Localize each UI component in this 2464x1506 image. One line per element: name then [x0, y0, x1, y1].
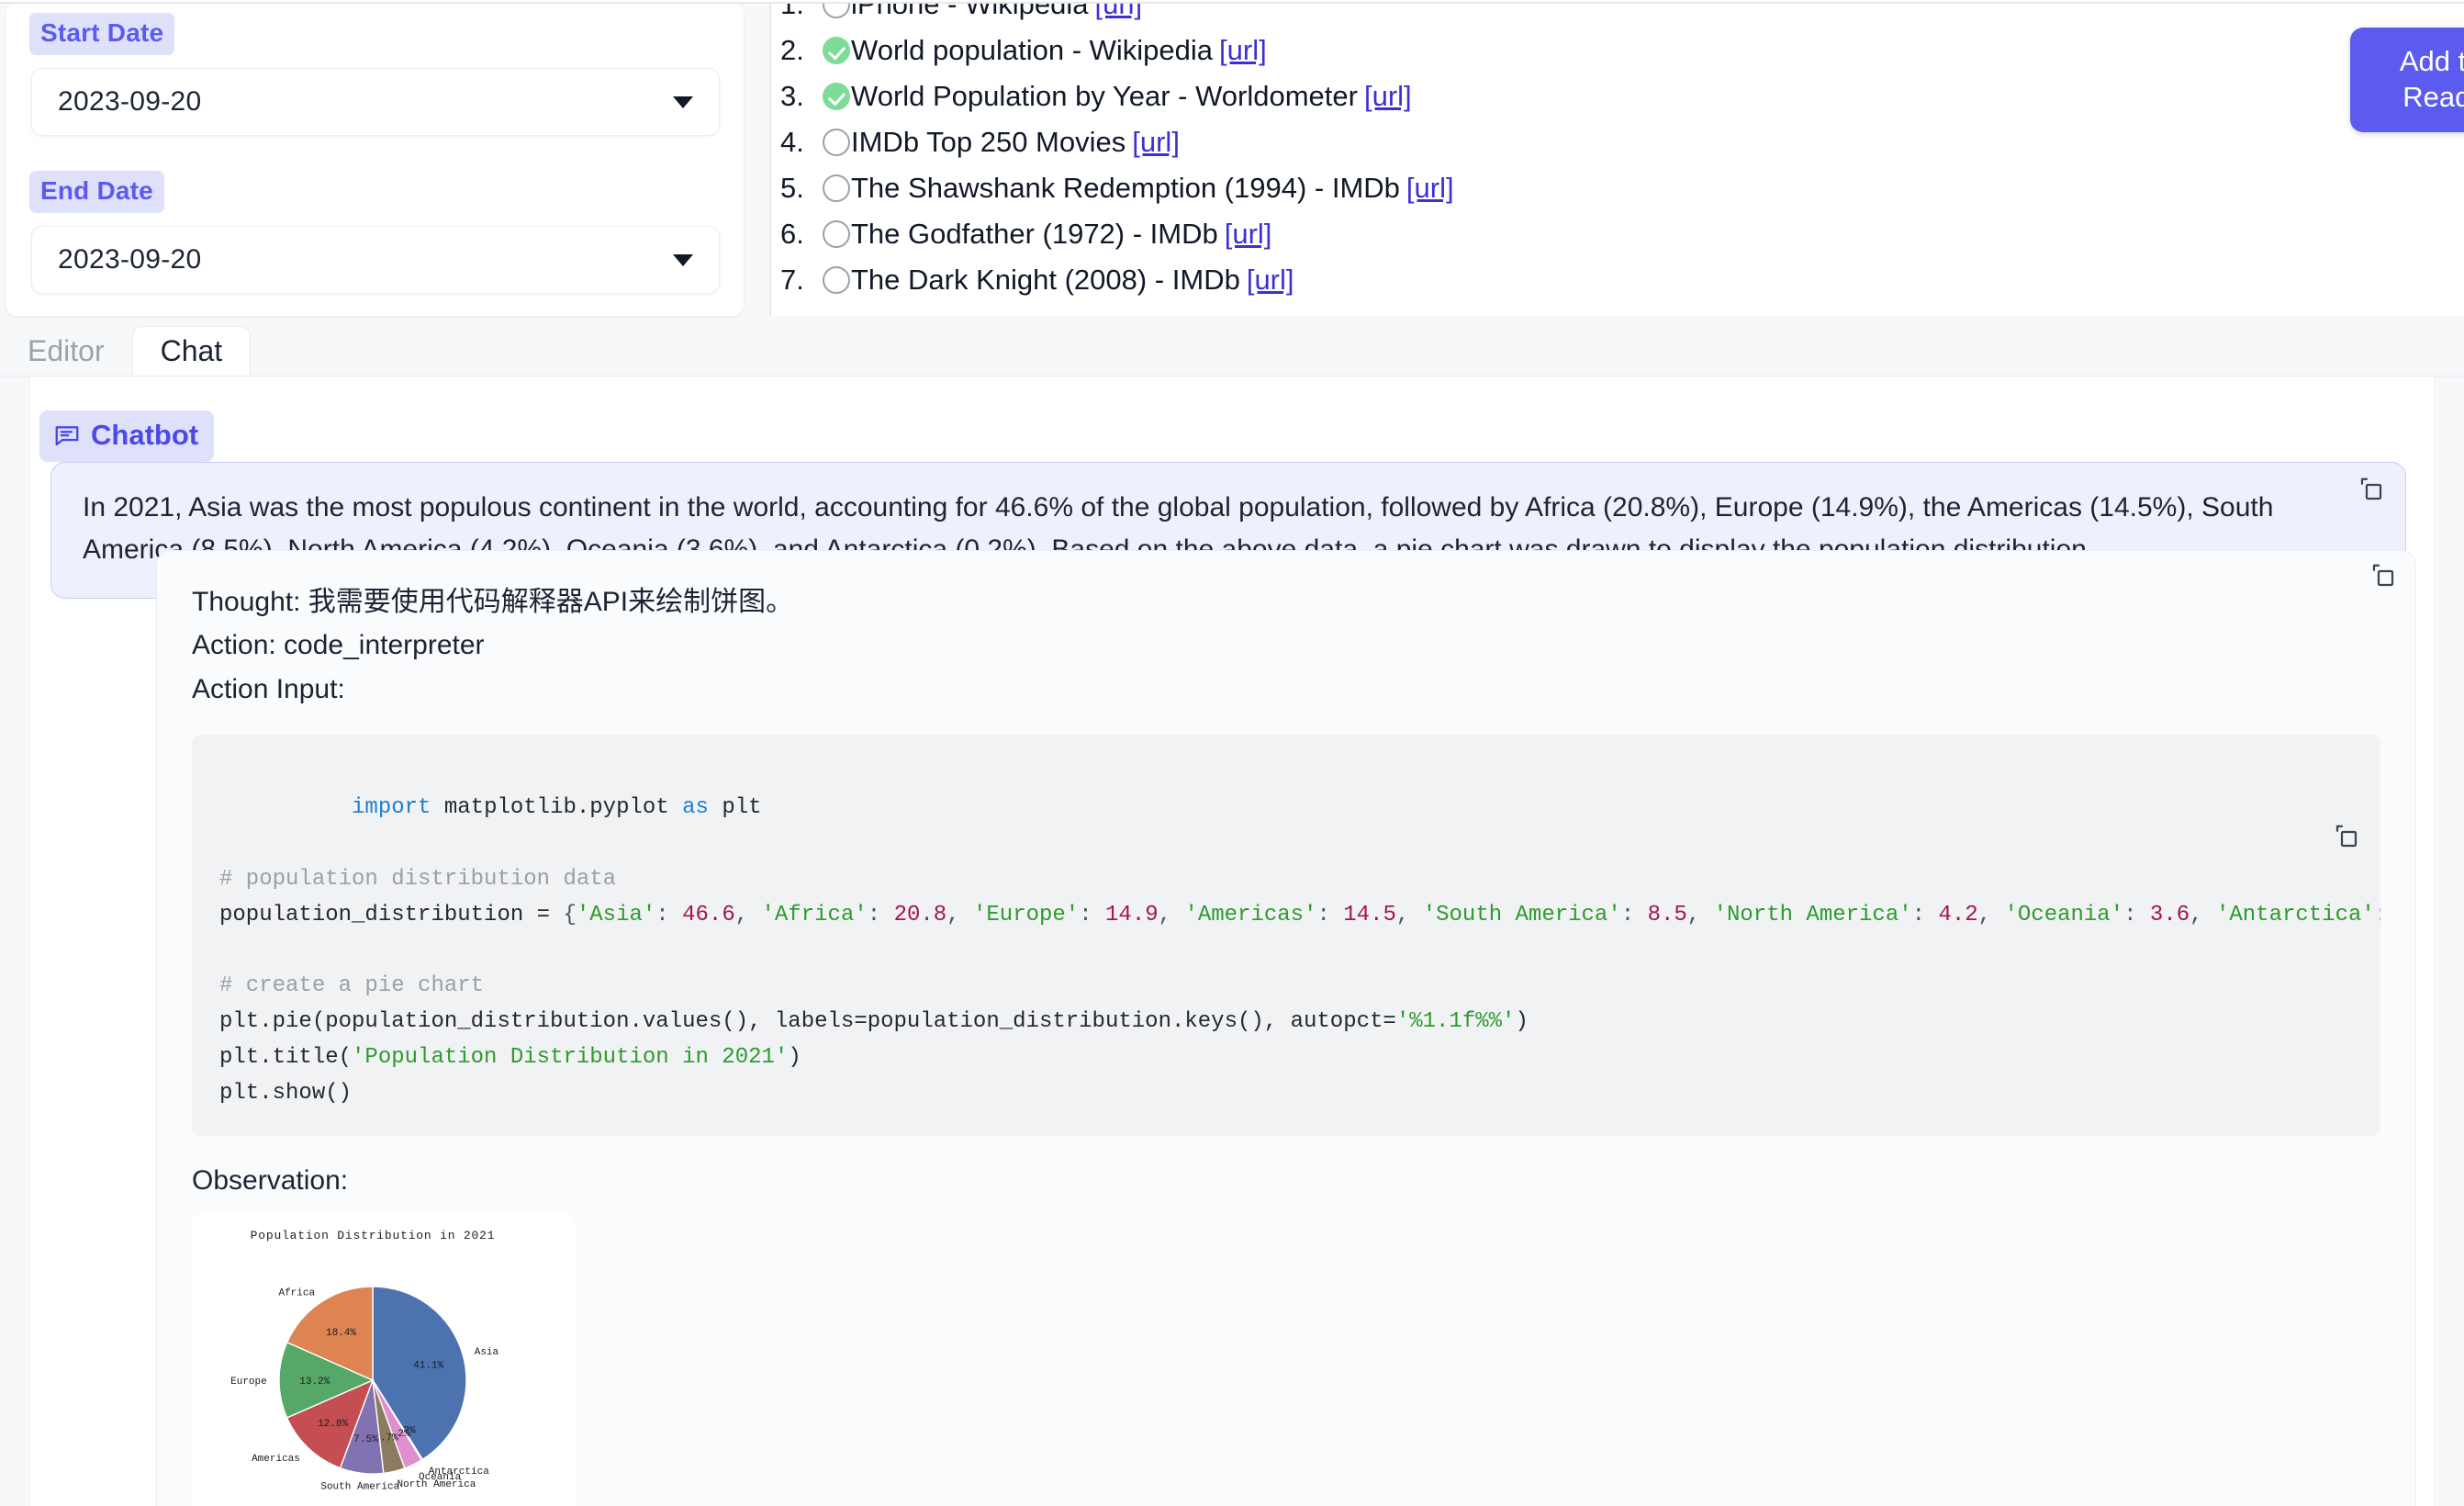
chat-panel: Chatbot In 2021, Asia was the most popul… [0, 376, 2464, 1506]
search-results-list: 1. iPhone - Wikipedia [url] 2. World populat… [771, 4, 2464, 303]
result-index: 7. [780, 264, 804, 296]
pie-slice-label: Asia [475, 1347, 499, 1358]
empty-circle-icon[interactable] [823, 220, 850, 248]
empty-circle-icon[interactable] [823, 266, 850, 294]
pie-slice-label: Americas [252, 1454, 300, 1465]
pie-slice-percent: 7.5% [353, 1434, 378, 1445]
date-filter-panel: Start Date 2023-09-20 End Date 2023-09-2… [6, 4, 744, 316]
checked-circle-icon[interactable] [823, 83, 850, 110]
pie-slice-percent: 13.2% [299, 1377, 330, 1388]
app-root: Start Date 2023-09-20 End Date 2023-09-2… [0, 0, 2464, 1506]
chevron-down-icon [673, 253, 693, 266]
chatbot-badge: Chatbot [39, 410, 215, 462]
result-url-link[interactable]: [url] [1225, 218, 1272, 251]
start-date-dropdown[interactable]: 2023-09-20 [31, 68, 720, 136]
code-comment-2: # create a pie chart [219, 973, 485, 999]
result-url-link[interactable]: [url] [1219, 34, 1267, 67]
code-keyword-import: import [352, 795, 431, 821]
result-title: The Shawshank Redemption (1994) - IMDb [851, 172, 1400, 204]
result-url-link[interactable]: [url] [1094, 4, 1142, 21]
pie-chart-svg: Population Distribution in 2021 41.1% Asia… [192, 1212, 576, 1506]
tab-bar: Editor Chat [0, 320, 2464, 376]
tab-chat[interactable]: Chat [131, 326, 252, 376]
pie-slice-label: North America [398, 1479, 476, 1490]
result-index: 2. [780, 34, 804, 66]
result-url-link[interactable]: [url] [1364, 80, 1412, 113]
result-url-link[interactable]: [url] [1132, 126, 1180, 159]
thought-line: Thought: 我需要使用代码解释器API来绘制饼图。 [192, 587, 794, 617]
end-date-value: 2023-09-20 [58, 244, 202, 275]
code-comment-1: # population distribution data [219, 866, 617, 892]
result-index: 3. [780, 80, 804, 112]
result-index: 6. [780, 218, 804, 250]
result-title: World population - Wikipedia [851, 34, 1214, 66]
copy-icon[interactable] [2358, 476, 2385, 503]
action-input-label: Action Input: [192, 673, 345, 704]
search-result-row: 3. World Population by Year - Worldometer… [771, 73, 2464, 119]
pie-slice-label: Europe [230, 1377, 267, 1388]
search-result-row: 1. iPhone - Wikipedia [url] [771, 4, 2464, 28]
code-module: matplotlib.pyplot [431, 795, 683, 821]
pie-slice-percent: 12.8% [318, 1419, 348, 1430]
search-result-row: 7. The Dark Knight (2008) - IMDb [url] [771, 257, 2464, 303]
search-result-row: 2. World population - Wikipedia [url] [771, 28, 2464, 73]
end-date-dropdown[interactable]: 2023-09-20 [31, 226, 720, 294]
pie-slice-percent: 18.4% [326, 1328, 356, 1339]
copy-icon[interactable] [2333, 751, 2360, 848]
code-title-call: plt.title('Population Distribution in 20… [219, 1045, 801, 1071]
empty-circle-icon[interactable] [823, 129, 850, 156]
pie-chart-output: Population Distribution in 2021 41.1% Asia… [192, 1212, 576, 1506]
result-index: 1. [780, 4, 804, 20]
chat-bubble-icon [53, 421, 81, 449]
checked-circle-icon[interactable] [823, 37, 850, 64]
copy-icon[interactable] [2369, 562, 2397, 590]
pie-slice-percent: 41.1% [413, 1360, 443, 1371]
code-keyword-as: as [682, 795, 709, 821]
code-assign: population_distribution = [219, 902, 564, 927]
search-result-row: 6. The Godfather (1972) - IMDb [url] [771, 211, 2464, 257]
chevron-down-icon [673, 96, 693, 108]
search-result-row: 5. The Shawshank Redemption (1994) - IMDb… [771, 165, 2464, 211]
result-url-link[interactable]: [url] [1406, 172, 1454, 205]
empty-circle-icon[interactable] [823, 174, 850, 202]
pie-slice-label: South America [320, 1481, 399, 1492]
code-block: import matplotlib.pyplot as plt # popula… [192, 735, 2380, 1136]
chart-title: Population Distribution in 2021 [251, 1229, 496, 1242]
chat-content: Chatbot In 2021, Asia was the most popul… [29, 376, 2435, 1506]
search-result-row: 4. IMDb Top 250 Movies [url] [771, 119, 2464, 165]
tab-editor[interactable]: Editor [0, 327, 132, 376]
bot-response-card: Thought: 我需要使用代码解释器API来绘制饼图。 Action: cod… [156, 550, 2416, 1506]
add-to-queue-reading-button[interactable]: Add to Q Reading [2350, 28, 2464, 132]
top-panels-row: Start Date 2023-09-20 End Date 2023-09-2… [0, 0, 2464, 318]
result-title: World Population by Year - Worldometer [851, 80, 1358, 112]
action-line: Action: code_interpreter [192, 630, 485, 661]
search-results-panel: 1. iPhone - Wikipedia [url] 2. World populat… [769, 4, 2464, 316]
code-show-call: plt.show() [219, 1081, 353, 1107]
result-index: 4. [780, 126, 804, 158]
start-date-value: 2023-09-20 [58, 86, 202, 117]
pie-slice-label: Africa [278, 1287, 315, 1298]
code-dict-literal: {'Asia': 46.6, 'Africa': 20.8, 'Europe':… [563, 902, 2380, 927]
code-alias: plt [708, 795, 762, 821]
result-title: iPhone - Wikipedia [851, 4, 1089, 20]
observation-label: Observation: [192, 1164, 349, 1196]
start-date-label: Start Date [29, 13, 175, 55]
result-index: 5. [780, 172, 804, 204]
result-title: IMDb Top 250 Movies [851, 126, 1126, 158]
result-url-link[interactable]: [url] [1247, 264, 1294, 297]
end-date-label: End Date [29, 171, 164, 213]
chatbot-badge-label: Chatbot [91, 419, 199, 451]
result-title: The Dark Knight (2008) - IMDb [851, 264, 1240, 296]
code-pie-call: plt.pie(population_distribution.values()… [219, 1009, 1529, 1035]
empty-circle-icon[interactable] [823, 4, 850, 18]
result-title: The Godfather (1972) - IMDb [851, 218, 1218, 250]
